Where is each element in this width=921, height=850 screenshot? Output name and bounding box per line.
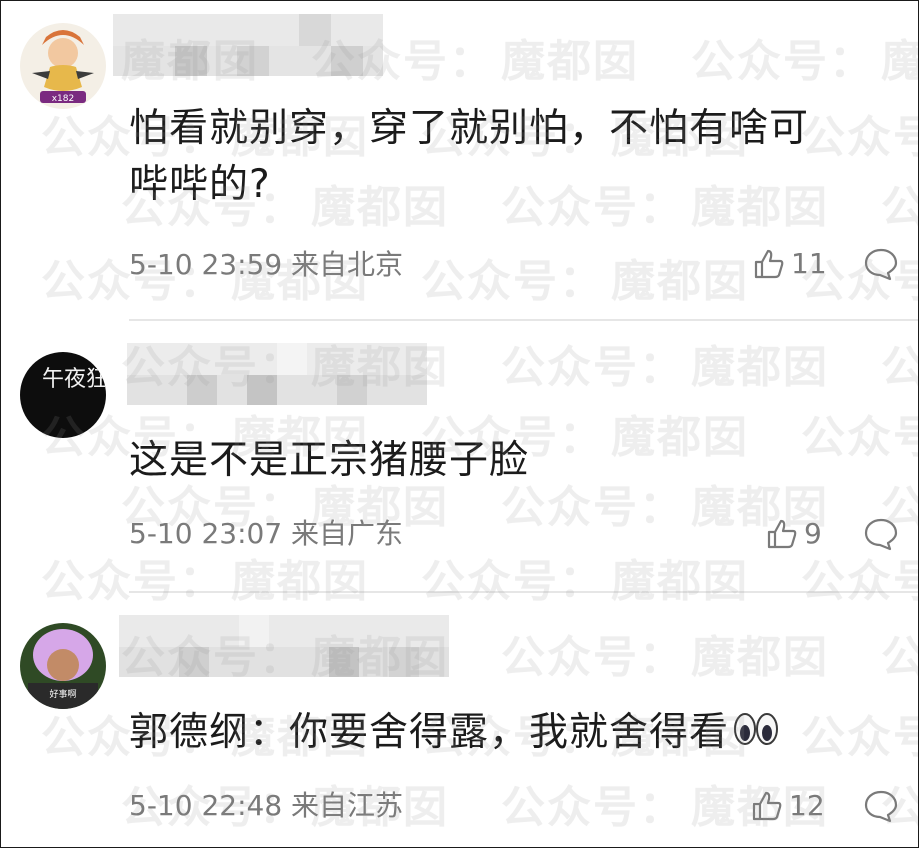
comment-item: 好事啊 郭德纲：你要舍得露，我就舍得看 5-10 22:48 来自江苏 12 [1, 593, 918, 847]
comment-icon[interactable] [863, 246, 899, 286]
comment-item: x182 怕看就别穿，穿了就别怕，不怕有啥可 哔哔的? 5-10 23:59 来… [1, 1, 918, 319]
like-button[interactable]: 11 [753, 247, 827, 280]
comment-icon[interactable] [863, 788, 899, 828]
comment-list: x182 怕看就别穿，穿了就别怕，不怕有啥可 哔哔的? 5-10 23:59 来… [0, 0, 919, 848]
thumbs-up-icon [767, 519, 797, 548]
like-button[interactable]: 12 [751, 789, 825, 822]
comment-time: 5-10 23:59 [129, 248, 283, 281]
comment-meta: 5-10 23:07 来自广东 [129, 517, 403, 551]
eyes-emoji-icon [733, 707, 779, 763]
avatar[interactable]: 午夜狂想 [20, 352, 106, 438]
avatar[interactable]: 好事啊 [20, 623, 106, 709]
comment-text: 郭德纲：你要舍得露，我就舍得看 [129, 705, 779, 763]
svg-text:x182: x182 [52, 94, 75, 104]
comment-item: 午夜狂想 这是不是正宗猪腰子脸 5-10 23:07 来自广东 9 [1, 321, 918, 591]
comment-time: 5-10 23:07 [129, 517, 283, 550]
comment-location: 来自江苏 [291, 789, 404, 822]
username-blurred[interactable] [127, 343, 427, 407]
like-count: 11 [791, 247, 827, 280]
comment-icon[interactable] [863, 516, 899, 556]
avatar[interactable]: x182 [20, 23, 106, 109]
like-count: 12 [789, 789, 825, 822]
comment-meta: 5-10 23:59 来自北京 [129, 248, 403, 282]
thumbs-up-icon [752, 791, 782, 820]
like-button[interactable]: 9 [766, 517, 822, 550]
username-blurred[interactable] [113, 14, 413, 78]
svg-text:好事啊: 好事啊 [49, 688, 76, 700]
comment-location: 来自北京 [291, 248, 404, 281]
comment-text: 怕看就别穿，穿了就别怕，不怕有啥可 哔哔的? [129, 106, 810, 207]
like-count: 9 [804, 517, 822, 550]
comment-time: 5-10 22:48 [129, 789, 283, 822]
comment-text: 这是不是正宗猪腰子脸 [129, 438, 530, 483]
comment-location: 来自广东 [291, 517, 404, 550]
thumbs-up-icon [754, 249, 784, 278]
comment-meta: 5-10 22:48 来自江苏 [129, 789, 403, 823]
username-blurred[interactable] [119, 615, 449, 679]
svg-text:午夜狂想: 午夜狂想 [42, 367, 106, 392]
